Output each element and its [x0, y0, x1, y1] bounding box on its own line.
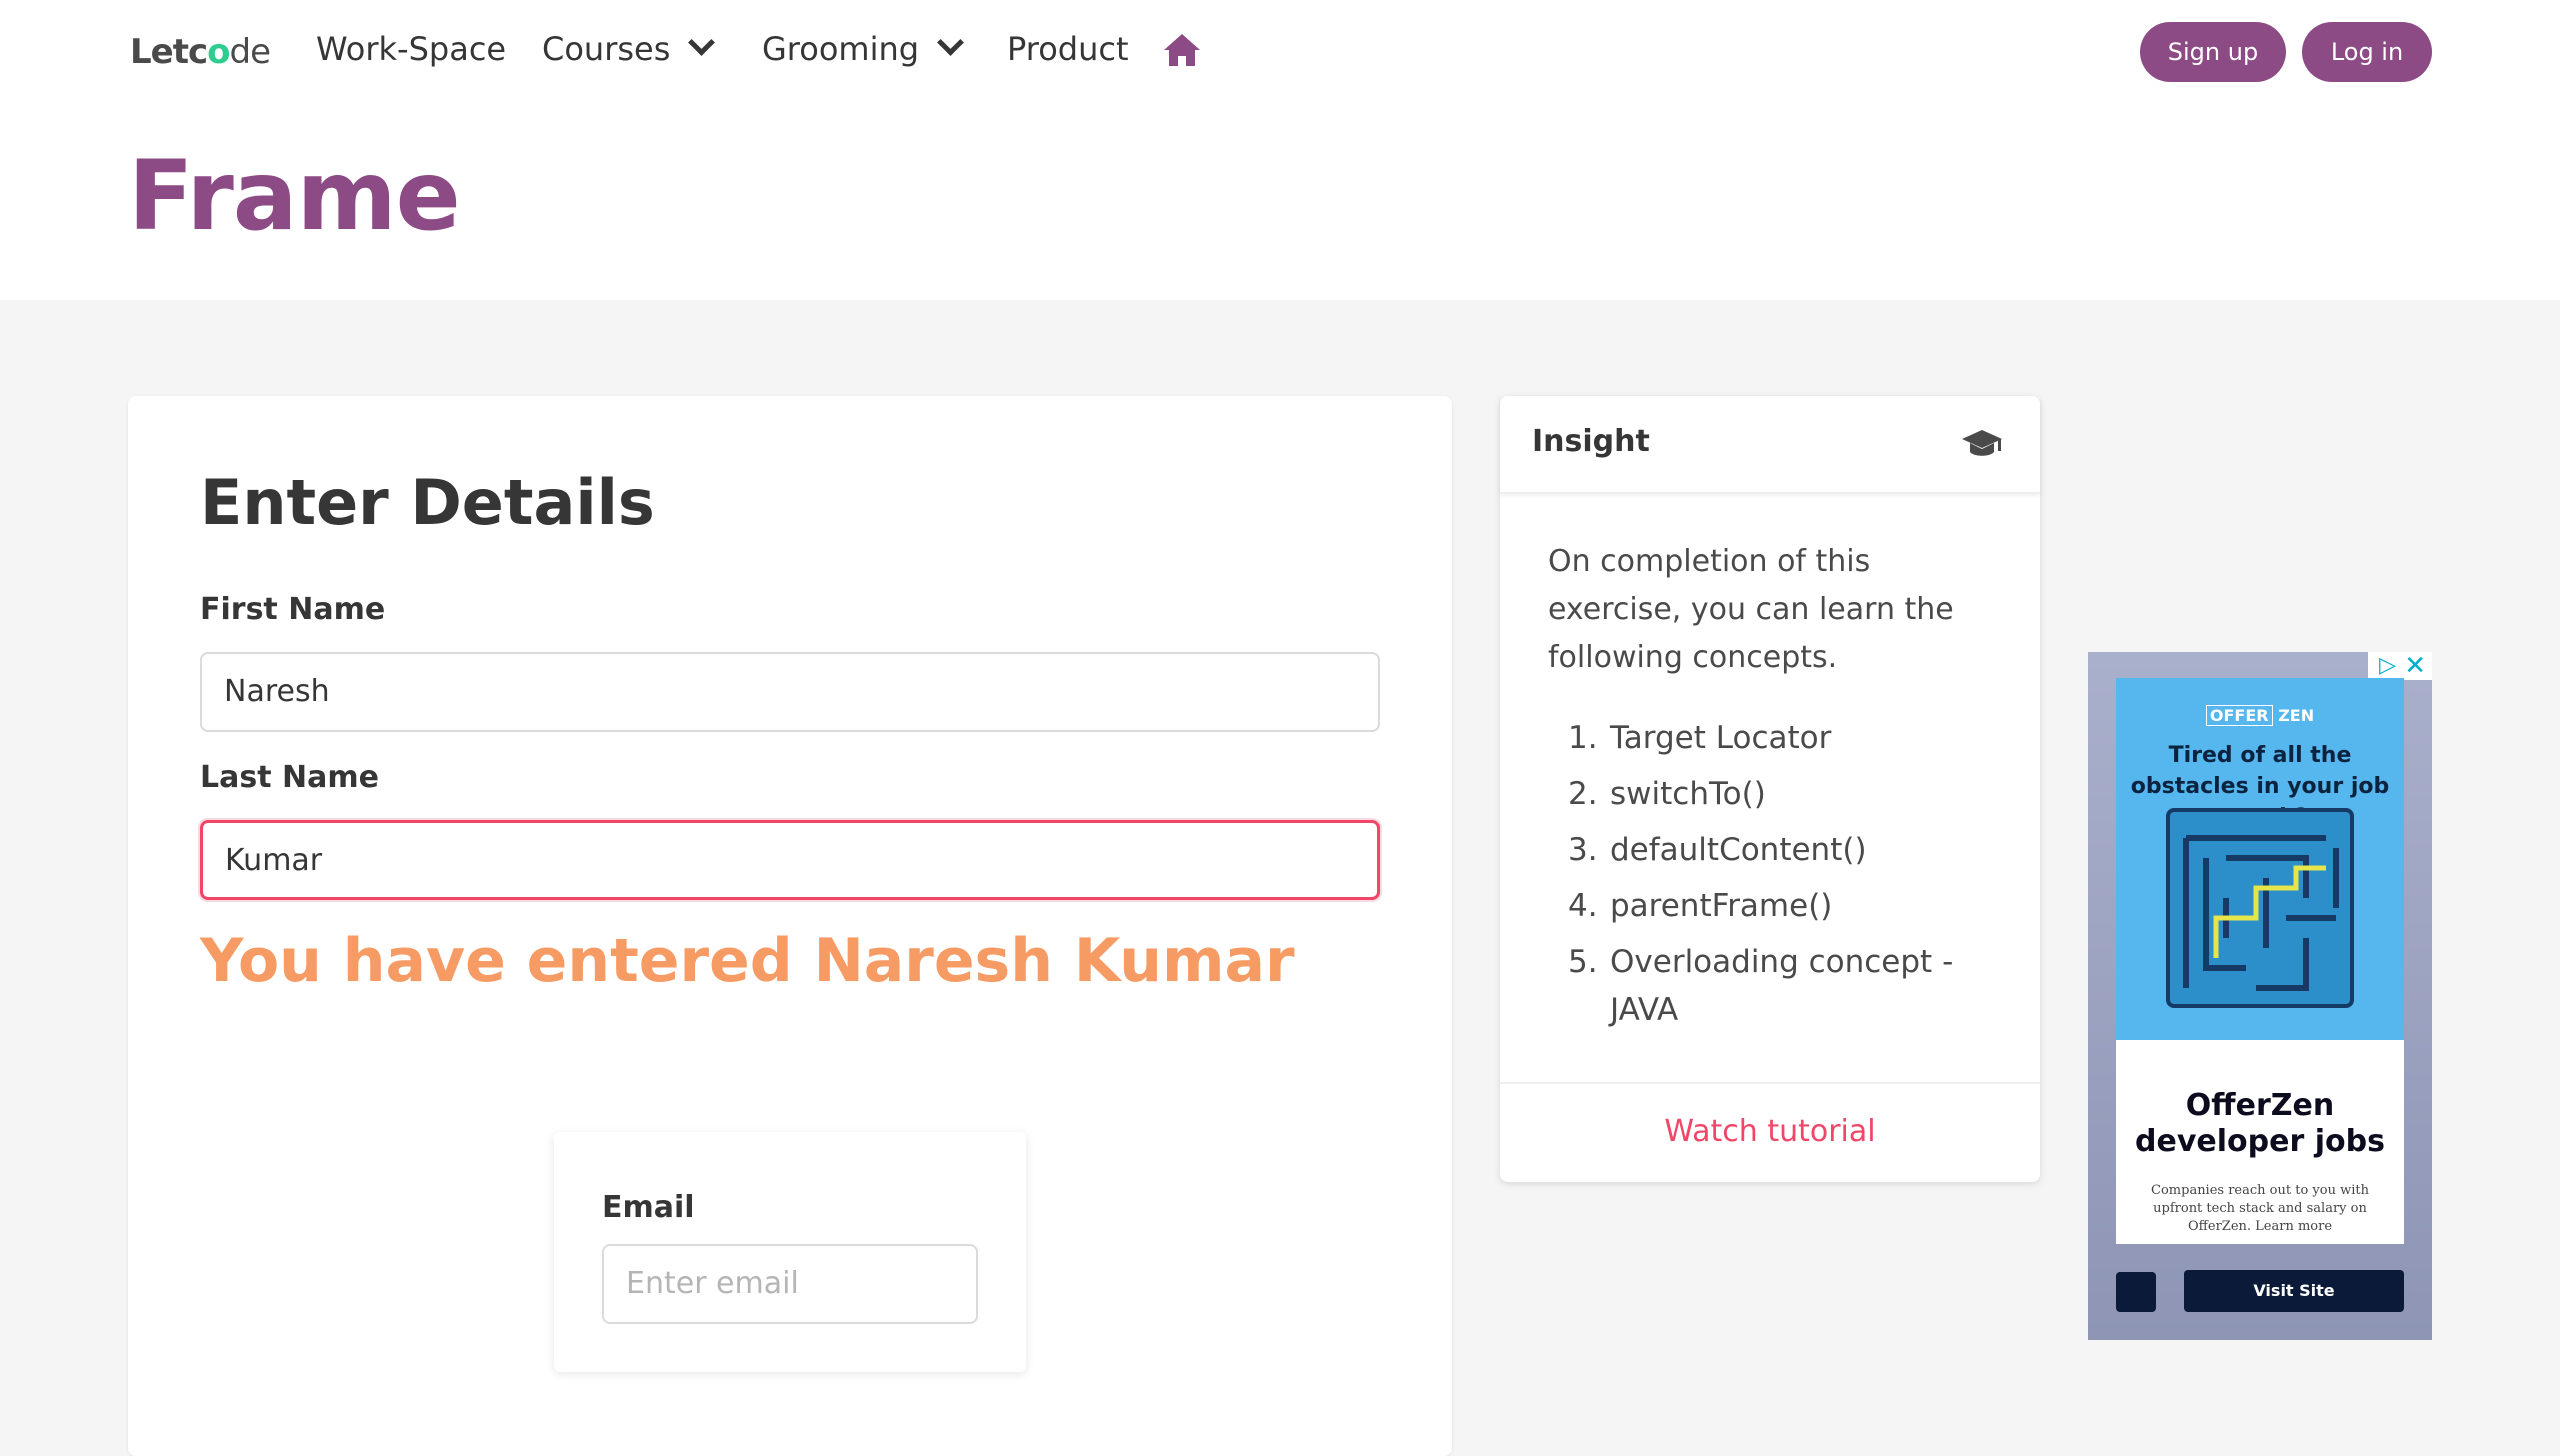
- card-heading: Enter Details: [200, 466, 655, 539]
- list-item-text: defaultContent(): [1610, 832, 1867, 868]
- nav-product[interactable]: Product: [1007, 30, 1129, 68]
- list-item-text: Target Locator: [1610, 720, 1832, 756]
- entered-name-message: You have entered Naresh Kumar: [200, 926, 1295, 996]
- insight-header: Insight: [1500, 396, 2040, 494]
- login-button[interactable]: Log in: [2302, 22, 2432, 82]
- email-label: Email: [602, 1190, 695, 1225]
- ad-brand-a: OFFER: [2205, 705, 2273, 726]
- signup-button[interactable]: Sign up: [2140, 22, 2286, 82]
- list-item: 2. switchTo(): [1568, 776, 1766, 812]
- navbar: Letcode Work-Space Courses Grooming Prod…: [0, 0, 2560, 104]
- nav-grooming[interactable]: Grooming: [762, 29, 964, 68]
- header-area: Letcode Work-Space Courses Grooming Prod…: [0, 0, 2560, 300]
- email-frame: Email Enter email: [554, 1132, 1026, 1372]
- last-name-input[interactable]: Kumar: [200, 820, 1380, 900]
- nav-courses[interactable]: Courses: [542, 29, 716, 68]
- list-item-text: parentFrame(): [1610, 888, 1833, 924]
- list-item: 5. Overloading concept - JAVA: [1568, 944, 1954, 1028]
- ad-brand-b: ZEN: [2278, 706, 2315, 725]
- watch-tutorial-link[interactable]: Watch tutorial: [1500, 1082, 2040, 1184]
- nav-grooming-label: Grooming: [762, 30, 920, 68]
- letcode-logo[interactable]: Letcode: [130, 32, 271, 72]
- page-title: Frame: [128, 140, 461, 252]
- maze-illustration: [2166, 808, 2354, 1008]
- insight-intro: On completion of this exercise, you can …: [1548, 544, 1954, 675]
- ad-description: Companies reach out to you with upfront …: [2151, 1183, 2369, 1234]
- nav-workspace[interactable]: Work-Space: [316, 30, 506, 68]
- ad-brand: OFFER ZEN: [2116, 705, 2404, 726]
- list-item: 4. parentFrame(): [1568, 888, 1833, 924]
- nav-courses-label: Courses: [542, 30, 671, 68]
- logo-text-suffix: de: [229, 32, 271, 72]
- advertiser-logo-icon: [2116, 1272, 2156, 1312]
- graduation-cap-icon: [1962, 430, 2002, 456]
- advertisement[interactable]: ▷ ✕ OFFER ZEN Tired of all the obstacles…: [2088, 652, 2432, 1340]
- visit-site-button[interactable]: Visit Site: [2184, 1270, 2404, 1312]
- logo-text-o: o: [207, 32, 230, 72]
- list-item-text: Overloading concept - JAVA: [1610, 944, 1954, 1028]
- insight-card: Insight On completion of this exercise, …: [1500, 396, 2040, 1182]
- chevron-down-icon: [937, 29, 964, 56]
- first-name-label: First Name: [200, 592, 386, 627]
- first-name-input[interactable]: Naresh: [200, 652, 1380, 732]
- ad-banner: OFFER ZEN Tired of all the obstacles in …: [2116, 678, 2404, 1040]
- home-icon[interactable]: [1162, 32, 1202, 68]
- list-item: 1. Target Locator: [1568, 720, 1832, 756]
- last-name-label: Last Name: [200, 760, 379, 795]
- ad-controls: ▷ ✕: [2368, 652, 2432, 680]
- ad-content: OFFER ZEN Tired of all the obstacles in …: [2116, 678, 2404, 1244]
- list-item-text: switchTo(): [1610, 776, 1766, 812]
- email-input[interactable]: Enter email: [602, 1244, 978, 1324]
- adchoices-icon[interactable]: ▷: [2379, 655, 2396, 677]
- chevron-down-icon: [688, 29, 716, 56]
- ad-title: OfferZen developer jobs: [2135, 1088, 2385, 1159]
- concept-list: 1. Target Locator 2. switchTo() 3. defaultC…: [1568, 714, 1998, 1042]
- list-item: 3. defaultContent(): [1568, 832, 1867, 868]
- close-icon[interactable]: ✕: [2404, 653, 2426, 679]
- insight-title: Insight: [1532, 424, 1650, 459]
- details-card: Enter Details First Name Naresh Last Nam…: [128, 396, 1452, 1456]
- logo-text-prefix: Letc: [130, 32, 208, 72]
